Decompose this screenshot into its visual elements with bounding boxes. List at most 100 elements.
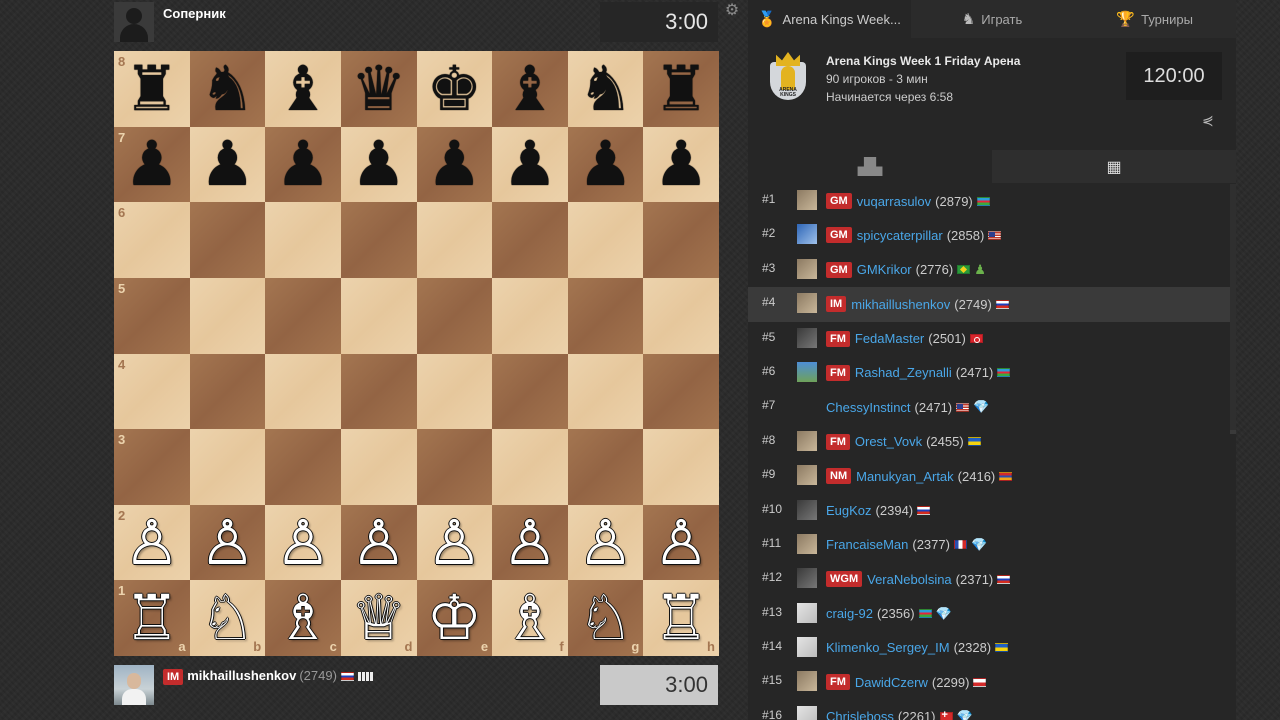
square-e4[interactable] (416, 353, 493, 430)
tab-games[interactable]: ▦ (992, 150, 1236, 183)
white-piece[interactable]: ♙ (124, 511, 180, 574)
white-piece[interactable]: ♙ (427, 511, 483, 574)
square-b8[interactable]: ♞ (189, 51, 266, 127)
square-c5[interactable] (265, 277, 341, 354)
black-piece[interactable]: ♞ (200, 57, 256, 120)
standings-row[interactable]: #1 GM vuqarrasulov (2879) (748, 184, 1230, 218)
chess-board[interactable]: 8 ♜ ♞ ♝ ♛ ♚ ♝ ♞ ♜ 7 ♟ ♟ ♟ ♟ ♟ ♟ ♟ ♟ 6 5 4 3 2 ♙ ♙ ♙ ♙ ♙ ♙ ♙ ♙ 1 a ♖ b ♘ c ♗ d ♕… (114, 51, 719, 656)
share-icon[interactable]: ⋞ (1202, 112, 1214, 129)
square-f8[interactable]: ♝ (492, 51, 568, 127)
player-name-link[interactable]: ChessyInstinct (826, 400, 911, 415)
square-b1[interactable]: b ♘ (189, 580, 266, 656)
square-g6[interactable] (567, 202, 644, 278)
white-piece[interactable]: ♙ (351, 511, 407, 574)
square-a8[interactable]: 8 ♜ (114, 51, 190, 127)
player-name-link[interactable]: FrancaiseMan (826, 537, 908, 552)
player-name-link[interactable]: Chrisleboss (826, 709, 894, 720)
square-b4[interactable] (189, 353, 266, 430)
square-h4[interactable] (643, 353, 719, 430)
square-h1[interactable]: h ♖ (643, 580, 719, 656)
white-piece[interactable]: ♙ (578, 511, 634, 574)
square-f7[interactable]: ♟ (492, 126, 568, 203)
square-f1[interactable]: f ♗ (492, 580, 568, 656)
square-b2[interactable]: ♙ (189, 504, 266, 581)
square-c7[interactable]: ♟ (265, 126, 341, 203)
black-piece[interactable]: ♜ (124, 57, 180, 120)
white-piece[interactable]: ♕ (351, 587, 407, 649)
square-c3[interactable] (265, 429, 341, 505)
black-piece[interactable]: ♟ (124, 133, 180, 195)
square-d5[interactable] (340, 277, 417, 354)
player-name-link[interactable]: Orest_Vovk (855, 434, 922, 449)
player-name-link[interactable]: FedaMaster (855, 331, 924, 346)
square-g4[interactable] (567, 353, 644, 430)
black-piece[interactable]: ♝ (275, 57, 331, 120)
black-piece[interactable]: ♟ (578, 133, 634, 195)
tab-tournaments[interactable]: 🏆 Турниры (1073, 0, 1236, 38)
square-e1[interactable]: e ♔ (416, 580, 493, 656)
white-piece[interactable]: ♘ (578, 587, 634, 649)
square-g3[interactable] (567, 429, 644, 505)
standings-row[interactable]: #16 Chrisleboss(2261) 💎 (748, 700, 1230, 720)
player-name-link[interactable]: EugKoz (826, 503, 872, 518)
standings-row[interactable]: #2 GM spicycaterpillar (2858) (748, 218, 1230, 252)
player-name-link[interactable]: Rashad_Zeynalli (855, 365, 952, 380)
square-d3[interactable] (340, 429, 417, 505)
square-f5[interactable] (492, 277, 568, 354)
square-g8[interactable]: ♞ (567, 51, 644, 127)
square-h7[interactable]: ♟ (643, 126, 719, 203)
black-piece[interactable]: ♞ (578, 57, 634, 120)
square-a3[interactable]: 3 (114, 429, 190, 505)
standings-row[interactable]: #3 GM GMKrikor (2776) ♟ (748, 253, 1230, 287)
black-piece[interactable]: ♟ (351, 133, 407, 195)
white-piece[interactable]: ♙ (275, 511, 331, 574)
tab-tournament[interactable]: 🏅 Arena Kings Week... (748, 0, 911, 38)
standings-row[interactable]: #12 WGM VeraNebolsina (2371) (748, 562, 1230, 596)
square-h8[interactable]: ♜ (643, 51, 719, 127)
standings-row[interactable]: #14 Klimenko_Sergey_IM (2328) (748, 631, 1230, 665)
square-a4[interactable]: 4 (114, 353, 190, 430)
square-c1[interactable]: c ♗ (265, 580, 341, 656)
square-c4[interactable] (265, 353, 341, 430)
standings-row[interactable]: #15 FM DawidCzerw (2299) (748, 665, 1230, 699)
player-name-link[interactable]: vuqarrasulov (857, 194, 931, 209)
tab-standings[interactable]: ▟▙ (748, 150, 992, 183)
square-d1[interactable]: d ♕ (340, 580, 417, 656)
square-d2[interactable]: ♙ (340, 504, 417, 581)
square-e2[interactable]: ♙ (416, 504, 493, 581)
square-h2[interactable]: ♙ (643, 504, 719, 581)
square-e7[interactable]: ♟ (416, 126, 493, 203)
player-name[interactable]: mikhaillushenkov (187, 668, 296, 683)
square-c6[interactable] (265, 202, 341, 278)
player-name-link[interactable]: DawidCzerw (855, 675, 928, 690)
square-a2[interactable]: 2 ♙ (114, 504, 190, 581)
black-piece[interactable]: ♚ (427, 57, 483, 120)
square-d4[interactable] (340, 353, 417, 430)
white-piece[interactable]: ♗ (275, 587, 331, 649)
tab-play[interactable]: ♞ Играть (911, 0, 1074, 38)
square-f2[interactable]: ♙ (492, 504, 568, 581)
square-e8[interactable]: ♚ (416, 51, 493, 127)
white-piece[interactable]: ♙ (653, 511, 709, 574)
square-f4[interactable] (492, 353, 568, 430)
standings-row[interactable]: #5 FM FedaMaster (2501) (748, 322, 1230, 356)
black-piece[interactable]: ♟ (653, 133, 709, 195)
player-name-link[interactable]: VeraNebolsina (867, 572, 952, 587)
square-b6[interactable] (189, 202, 266, 278)
square-g7[interactable]: ♟ (567, 126, 644, 203)
white-piece[interactable]: ♖ (124, 587, 180, 649)
black-piece[interactable]: ♟ (427, 133, 483, 195)
standings-row[interactable]: #6 FM Rashad_Zeynalli (2471) (748, 356, 1230, 390)
square-c2[interactable]: ♙ (265, 504, 341, 581)
player-name-link[interactable]: Manukyan_Artak (856, 469, 954, 484)
square-e5[interactable] (416, 277, 493, 354)
square-e3[interactable] (416, 429, 493, 505)
square-a7[interactable]: 7 ♟ (114, 126, 190, 203)
square-h5[interactable] (643, 277, 719, 354)
white-piece[interactable]: ♖ (653, 587, 709, 649)
square-e6[interactable] (416, 202, 493, 278)
black-piece[interactable]: ♟ (200, 133, 256, 195)
standings-row[interactable]: #13 craig-92 (2356) 💎 (748, 597, 1230, 631)
white-piece[interactable]: ♗ (502, 587, 558, 649)
square-g5[interactable] (567, 277, 644, 354)
